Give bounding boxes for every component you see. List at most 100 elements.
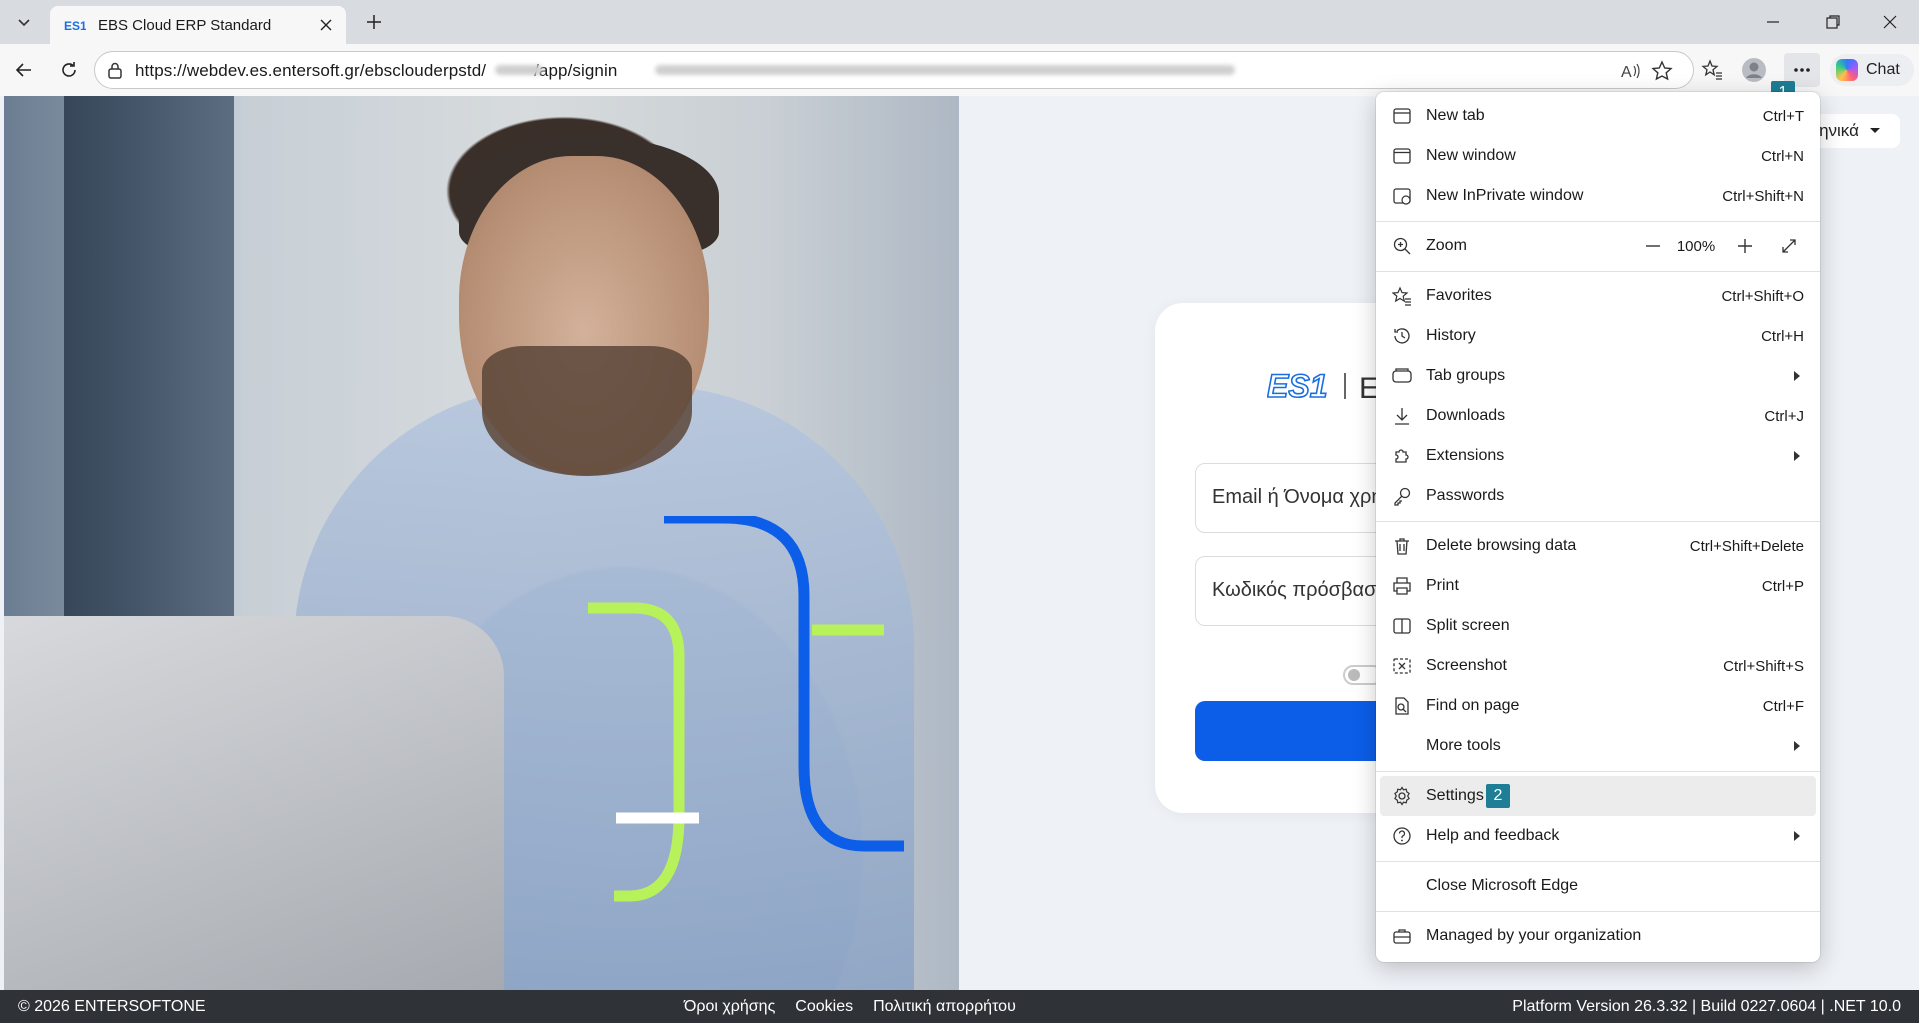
password-placeholder: Κωδικός πρόσβασ bbox=[1212, 579, 1377, 601]
menu-item-downloads[interactable]: Downloads Ctrl+J bbox=[1376, 396, 1820, 436]
menu-label: Find on page bbox=[1426, 697, 1520, 714]
menu-shortcut: Ctrl+P bbox=[1761, 577, 1804, 595]
copilot-icon bbox=[1836, 59, 1858, 81]
menu-item-passwords[interactable]: Passwords bbox=[1376, 476, 1820, 516]
copilot-chat-button[interactable]: Chat bbox=[1830, 54, 1914, 86]
help-icon bbox=[1390, 824, 1414, 848]
briefcase-icon bbox=[1390, 924, 1414, 948]
new-tab-button[interactable] bbox=[358, 8, 390, 36]
svg-text:ES1: ES1 bbox=[1267, 368, 1327, 403]
menu-label: Downloads bbox=[1426, 407, 1506, 424]
minimize-button[interactable] bbox=[1745, 0, 1801, 44]
menu-label: Help and feedback bbox=[1426, 827, 1560, 844]
favorites-icon bbox=[1390, 284, 1414, 308]
step-badge: 2 bbox=[1486, 784, 1510, 808]
menu-item-tab-groups[interactable]: Tab groups bbox=[1376, 356, 1820, 396]
address-bar[interactable]: https://webdev.es.entersoft.gr/ebscloude… bbox=[94, 51, 1694, 89]
refresh-button[interactable] bbox=[53, 54, 85, 86]
menu-item-new-inprivate-window[interactable]: New InPrivate window Ctrl+Shift+N bbox=[1376, 176, 1820, 216]
close-icon bbox=[1883, 15, 1897, 29]
site-info-icon[interactable] bbox=[105, 61, 125, 81]
menu-shortcut: Ctrl+Shift+N bbox=[1722, 187, 1804, 205]
menu-shortcut: Ctrl+F bbox=[1762, 697, 1804, 715]
menu-item-managed-by-organization[interactable]: Managed by your organization bbox=[1376, 916, 1820, 956]
menu-item-new-window[interactable]: New window Ctrl+N bbox=[1376, 136, 1820, 176]
menu-label: Managed by your organization bbox=[1426, 927, 1642, 944]
menu-item-help-and-feedback[interactable]: Help and feedback bbox=[1376, 816, 1820, 856]
terms-link[interactable]: Όροι χρήσης bbox=[684, 998, 775, 1016]
menu-label: Settings bbox=[1426, 787, 1484, 804]
window-close-button[interactable] bbox=[1862, 0, 1918, 44]
email-placeholder: Email ή Όνομα χρή bbox=[1212, 486, 1383, 508]
avatar-icon bbox=[1742, 58, 1766, 82]
print-icon bbox=[1390, 574, 1414, 598]
refresh-icon bbox=[62, 62, 76, 77]
menu-item-print[interactable]: Print Ctrl+P bbox=[1376, 566, 1820, 606]
downloads-icon bbox=[1390, 404, 1414, 428]
browser-toolbar: https://webdev.es.entersoft.gr/ebscloude… bbox=[0, 44, 1919, 105]
menu-shortcut: Ctrl+T bbox=[1762, 107, 1804, 125]
photo-beard bbox=[482, 346, 692, 476]
menu-label: Split screen bbox=[1426, 617, 1510, 634]
restore-icon bbox=[1826, 15, 1840, 29]
settings-and-more-menu: New tab Ctrl+T New window Ctrl+N New InP… bbox=[1376, 92, 1820, 962]
full-screen-button[interactable] bbox=[1772, 229, 1806, 263]
menu-item-favorites[interactable]: Favorites Ctrl+Shift+O bbox=[1376, 276, 1820, 316]
menu-label: More tools bbox=[1426, 737, 1501, 754]
menu-divider bbox=[1376, 861, 1820, 862]
menu-shortcut: Ctrl+N bbox=[1761, 147, 1804, 165]
menu-label: Extensions bbox=[1426, 447, 1505, 464]
passwords-icon bbox=[1390, 484, 1414, 508]
close-tab-button[interactable] bbox=[312, 11, 340, 39]
minimize-icon bbox=[1767, 21, 1779, 23]
plus-icon bbox=[1738, 239, 1752, 253]
zoom-icon bbox=[1390, 234, 1414, 258]
menu-item-new-tab[interactable]: New tab Ctrl+T bbox=[1376, 96, 1820, 136]
url-main: https://webdev.es.entersoft.gr/ebscloude… bbox=[135, 61, 487, 80]
menu-item-settings[interactable]: Settings 2 bbox=[1380, 776, 1816, 816]
privacy-link[interactable]: Πολιτική απορρήτου bbox=[873, 998, 1016, 1016]
svg-text:A: A bbox=[1621, 64, 1632, 81]
url-redaction bbox=[655, 65, 1235, 75]
chat-label: Chat bbox=[1866, 61, 1900, 78]
cookies-link[interactable]: Cookies bbox=[795, 998, 853, 1016]
page-footer: © 2026 ENTERSOFTONE Όροι χρήσης Cookies … bbox=[0, 990, 1919, 1023]
menu-divider bbox=[1376, 771, 1820, 772]
active-tab[interactable]: ES1 EBS Cloud ERP Standard bbox=[50, 6, 346, 44]
footer-links: Όροι χρήσης Cookies Πολιτική απορρήτου bbox=[684, 998, 1016, 1016]
hero-photo bbox=[4, 96, 959, 990]
menu-item-split-screen[interactable]: Split screen bbox=[1376, 606, 1820, 646]
menu-label: Close Microsoft Edge bbox=[1426, 877, 1579, 894]
menu-label: Delete browsing data bbox=[1426, 537, 1577, 554]
menu-divider bbox=[1376, 911, 1820, 912]
arrow-left-icon bbox=[15, 63, 31, 77]
menu-label: Favorites bbox=[1426, 287, 1492, 304]
brand-graphic bbox=[588, 516, 904, 902]
menu-item-close-edge[interactable]: Close Microsoft Edge bbox=[1376, 866, 1820, 906]
zoom-in-button[interactable] bbox=[1728, 229, 1762, 263]
tab-search-button[interactable] bbox=[8, 8, 40, 36]
tab-groups-icon bbox=[1390, 364, 1414, 388]
extensions-icon bbox=[1390, 444, 1414, 468]
back-button[interactable] bbox=[8, 54, 40, 86]
menu-label: Tab groups bbox=[1426, 367, 1506, 384]
add-favorite-icon[interactable] bbox=[1651, 60, 1673, 87]
menu-label: New InPrivate window bbox=[1426, 187, 1584, 204]
restore-button[interactable] bbox=[1805, 0, 1861, 44]
menu-shortcut: Ctrl+J bbox=[1764, 407, 1804, 425]
profile-button[interactable] bbox=[1738, 54, 1770, 86]
menu-item-more-tools[interactable]: More tools bbox=[1376, 726, 1820, 766]
language-label: ηνικά bbox=[1819, 121, 1859, 140]
menu-divider bbox=[1376, 521, 1820, 522]
favorites-button[interactable] bbox=[1696, 54, 1728, 86]
menu-item-history[interactable]: History Ctrl+H bbox=[1376, 316, 1820, 356]
read-aloud-icon[interactable]: A bbox=[1621, 61, 1641, 86]
menu-item-screenshot[interactable]: Screenshot Ctrl+Shift+S bbox=[1376, 646, 1820, 686]
menu-item-find-on-page[interactable]: Find on page Ctrl+F bbox=[1376, 686, 1820, 726]
zoom-out-button[interactable] bbox=[1636, 229, 1670, 263]
menu-item-delete-browsing-data[interactable]: Delete browsing data Ctrl+Shift+Delete bbox=[1376, 526, 1820, 566]
inprivate-icon bbox=[1390, 184, 1414, 208]
zoom-value: 100% bbox=[1676, 237, 1716, 255]
menu-item-extensions[interactable]: Extensions bbox=[1376, 436, 1820, 476]
plus-icon bbox=[367, 15, 381, 29]
